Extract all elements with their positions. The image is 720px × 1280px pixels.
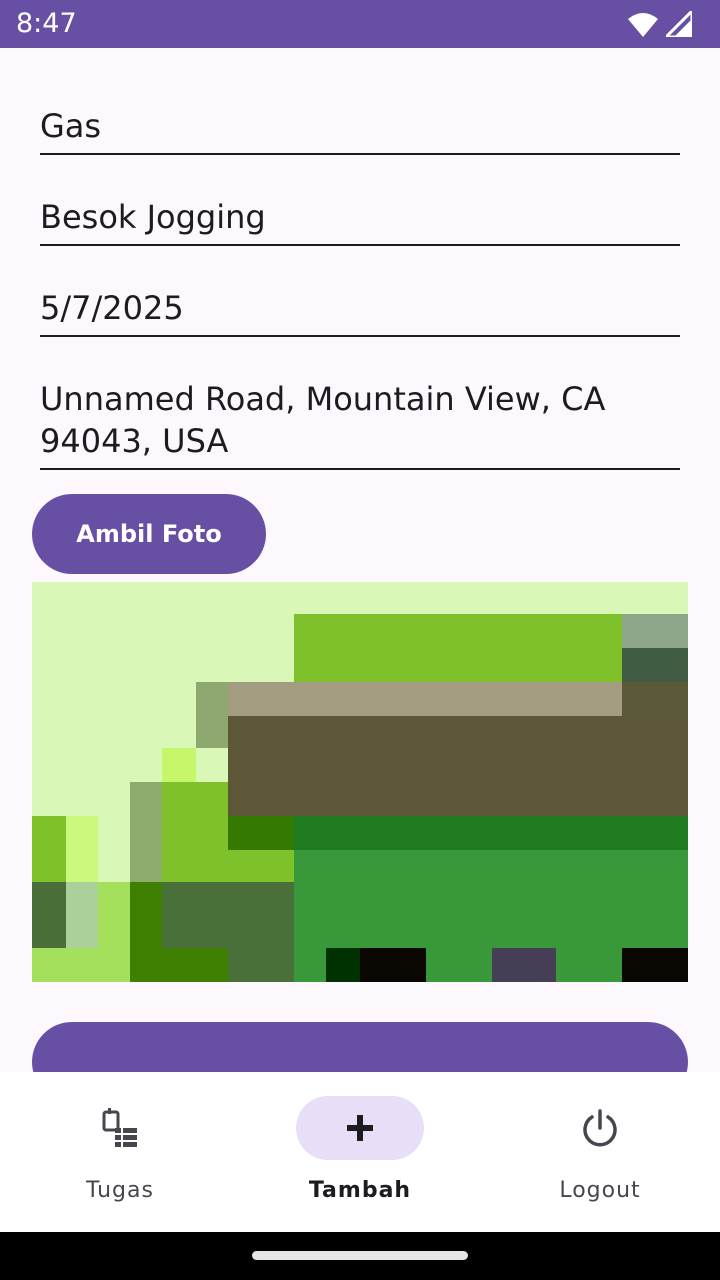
nav-item-tambah-indicator bbox=[296, 1096, 424, 1160]
title-field[interactable]: Gas bbox=[40, 105, 680, 155]
description-field-value: Besok Jogging bbox=[40, 198, 266, 236]
save-button[interactable] bbox=[32, 1022, 688, 1072]
date-field[interactable]: 5/7/2025 bbox=[40, 287, 680, 337]
task-list-icon bbox=[102, 1108, 137, 1147]
signal-icon bbox=[666, 11, 692, 37]
nav-item-tambah[interactable]: Tambah bbox=[240, 1072, 480, 1232]
wifi-icon bbox=[628, 13, 658, 37]
system-navigation-bar bbox=[0, 1232, 720, 1280]
date-field-value: 5/7/2025 bbox=[40, 289, 184, 327]
status-time: 8:47 bbox=[16, 8, 77, 39]
nav-item-logout-indicator bbox=[536, 1096, 664, 1160]
nav-item-tambah-label: Tambah bbox=[308, 1178, 412, 1203]
nav-item-tugas-label: Tugas bbox=[86, 1178, 154, 1203]
nav-item-logout-label: Logout bbox=[559, 1178, 641, 1203]
home-gesture-handle[interactable] bbox=[252, 1251, 468, 1260]
nav-item-tugas[interactable]: Tugas bbox=[0, 1072, 240, 1232]
location-field-value: Unnamed Road, Mountain View, CA 94043, U… bbox=[40, 380, 606, 460]
bottom-navigation: Tugas Tambah Logout bbox=[0, 1072, 720, 1232]
nav-item-logout[interactable]: Logout bbox=[480, 1072, 720, 1232]
description-field[interactable]: Besok Jogging bbox=[40, 196, 680, 246]
status-bar: 8:47 bbox=[0, 0, 720, 48]
photo-preview bbox=[32, 582, 688, 982]
title-field-value: Gas bbox=[40, 107, 102, 145]
plus-icon bbox=[347, 1115, 373, 1141]
location-field[interactable]: Unnamed Road, Mountain View, CA 94043, U… bbox=[40, 378, 680, 470]
add-task-form: Gas Besok Jogging 5/7/2025 Unnamed Road,… bbox=[0, 48, 720, 1072]
power-icon bbox=[583, 1109, 617, 1147]
nav-item-tugas-indicator bbox=[56, 1096, 184, 1160]
status-icons bbox=[628, 11, 692, 37]
take-photo-button[interactable]: Ambil Foto bbox=[32, 494, 266, 574]
